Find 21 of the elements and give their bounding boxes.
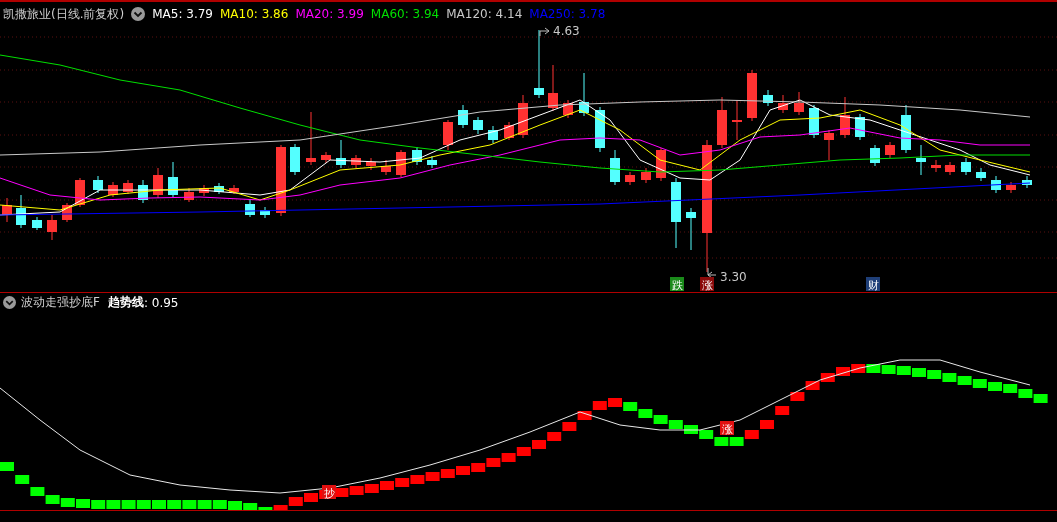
moving-average-value: MA120: 4.14 xyxy=(446,7,523,21)
moving-average-value: MA60: 3.94 xyxy=(370,7,440,21)
signal-badge: 抄 xyxy=(322,485,336,500)
moving-average-value: MA5: 3.79 xyxy=(152,7,213,21)
indicator-name: 波动走强抄底F xyxy=(21,294,100,311)
signal-badge: 跌 xyxy=(670,277,684,292)
signal-badge: 涨 xyxy=(720,421,734,436)
moving-average-value: MA250: 3.78 xyxy=(529,7,606,21)
signal-badge: 财 xyxy=(866,277,880,292)
leader-line xyxy=(539,27,550,37)
moving-average-value: MA20: 3.99 xyxy=(295,7,364,21)
high-price-label: 4.63 xyxy=(553,26,580,38)
chart-title: 凯撒旅业(日线.前复权) xyxy=(3,5,125,23)
signal-badge: 涨 xyxy=(700,277,714,292)
trend-line-value: : 0.95 xyxy=(143,295,179,310)
low-price-label: 3.30 xyxy=(720,270,747,284)
leader-line xyxy=(707,267,717,279)
trend-line-label: 趋势线 xyxy=(107,294,144,311)
dropdown-icon[interactable] xyxy=(3,296,16,309)
dropdown-icon[interactable] xyxy=(131,7,146,21)
moving-average-value: MA10: 3.86 xyxy=(219,7,289,21)
